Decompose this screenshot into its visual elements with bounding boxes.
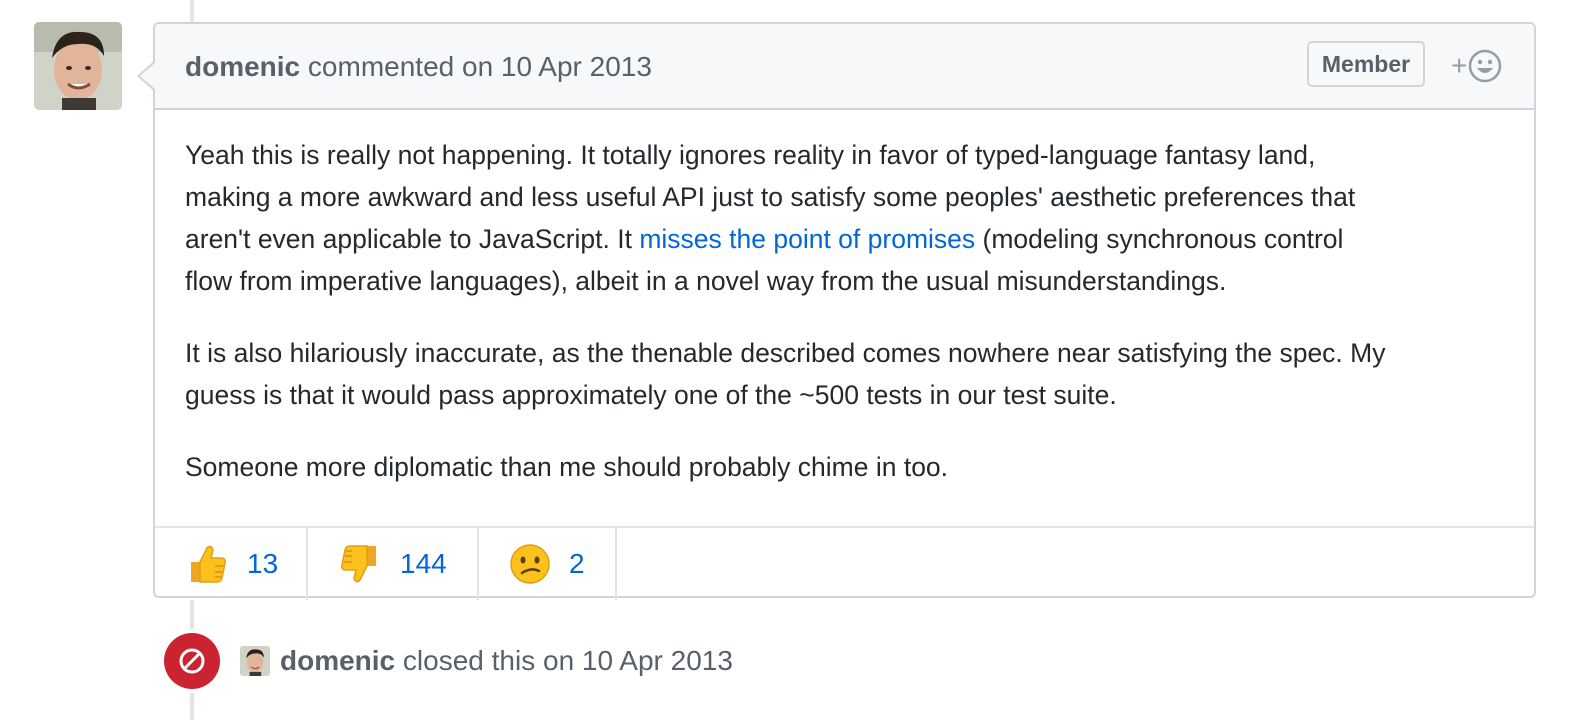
timeline-line-top bbox=[190, 0, 194, 22]
member-badge: Member bbox=[1307, 41, 1425, 87]
plus-icon: + bbox=[1451, 50, 1468, 81]
reaction-count-thumbs-down: 144 bbox=[400, 548, 447, 579]
reaction-confused[interactable]: 2 bbox=[479, 528, 617, 600]
confused-face-icon bbox=[510, 544, 550, 584]
comment-header-text: domenic commented on 10 Apr 2013 bbox=[185, 51, 652, 83]
comment-paragraph-1: Yeah this is really not happening. It to… bbox=[185, 134, 1504, 302]
comment-pointer-inner bbox=[140, 62, 156, 90]
thumbs-down-icon bbox=[341, 545, 376, 583]
circle-slash-icon bbox=[179, 648, 205, 674]
closed-event: domenic closed this on 10 Apr 2013 bbox=[164, 632, 733, 690]
comment-header: domenic commented on 10 Apr 2013 Member … bbox=[155, 24, 1534, 110]
closed-badge bbox=[164, 633, 220, 689]
reaction-thumbs-up[interactable]: 13 bbox=[155, 528, 308, 600]
comment-author-link[interactable]: domenic bbox=[185, 51, 300, 82]
add-reaction-button[interactable]: + bbox=[1451, 48, 1502, 84]
smiley-icon bbox=[1469, 49, 1502, 83]
comment-box: domenic commented on 10 Apr 2013 Member … bbox=[137, 22, 1536, 600]
event-text: domenic closed this on 10 Apr 2013 bbox=[280, 645, 733, 677]
p3-line-1: Someone more diplomatic than me should p… bbox=[185, 452, 949, 482]
p1-line-3-start: aren't even applicable to JavaScript. It bbox=[185, 224, 640, 254]
event-date[interactable]: 10 Apr 2013 bbox=[582, 645, 733, 676]
p1-line-4: flow from imperative languages), albeit … bbox=[185, 266, 1227, 296]
reaction-count-confused: 2 bbox=[569, 548, 585, 579]
thumbs-up-icon bbox=[191, 545, 226, 583]
comment-date[interactable]: 10 Apr 2013 bbox=[501, 51, 652, 82]
reactions-bar: 13 144 2 bbox=[155, 526, 1534, 600]
event-avatar[interactable] bbox=[240, 646, 270, 676]
avatar[interactable] bbox=[34, 22, 122, 110]
comment-paragraph-2: It is also hilariously inaccurate, as th… bbox=[185, 332, 1504, 416]
p2-line-1: It is also hilariously inaccurate, as th… bbox=[185, 338, 1386, 368]
promises-link[interactable]: misses the point of promises bbox=[639, 224, 975, 254]
comment-action: commented on bbox=[307, 51, 494, 82]
event-author-link[interactable]: domenic bbox=[280, 645, 395, 676]
comment-paragraph-3: Someone more diplomatic than me should p… bbox=[185, 446, 1504, 488]
reaction-count-thumbs-up: 13 bbox=[247, 548, 279, 579]
comment-body: Yeah this is really not happening. It to… bbox=[155, 110, 1534, 488]
p1-line-3-end: (modeling synchronous control bbox=[975, 224, 1344, 254]
p1-line-1: Yeah this is really not happening. It to… bbox=[185, 140, 1316, 170]
reaction-thumbs-down[interactable]: 144 bbox=[308, 528, 479, 600]
p2-line-2: guess is that it would pass approximatel… bbox=[185, 380, 1117, 410]
event-action: closed this on bbox=[402, 645, 575, 676]
p1-line-2: making a more awkward and less useful AP… bbox=[185, 182, 1356, 212]
